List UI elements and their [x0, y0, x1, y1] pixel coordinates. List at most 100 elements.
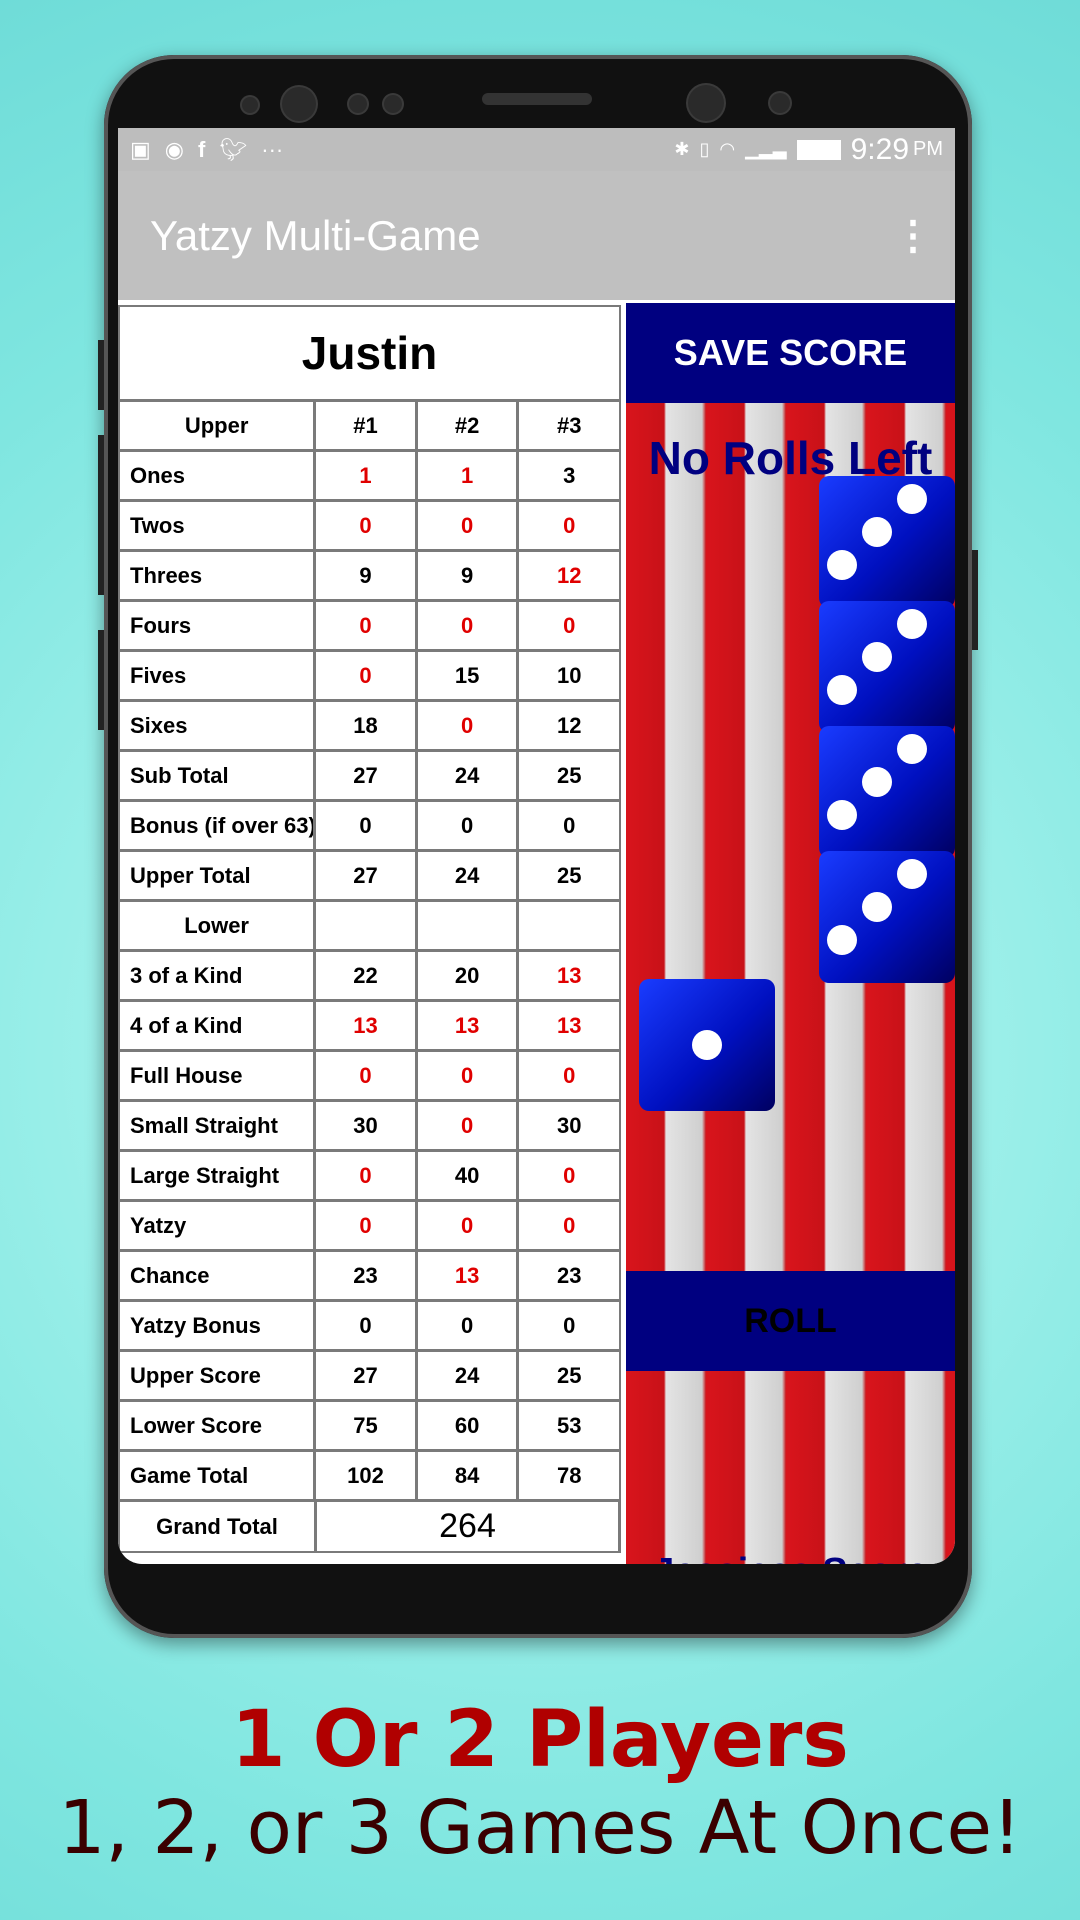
score-cell-game-2[interactable]: 0 — [417, 502, 517, 549]
die-5[interactable] — [639, 979, 775, 1111]
score-cell-game-2[interactable]: 0 — [417, 802, 517, 849]
score-cell-game-3[interactable]: 0 — [519, 1152, 619, 1199]
score-cell-game-1[interactable]: 0 — [316, 602, 415, 649]
score-cell-game-1[interactable]: 1 — [316, 452, 415, 499]
score-cell-game-3[interactable]: 10 — [519, 652, 619, 699]
score-cell-game-2[interactable]: 13 — [417, 1002, 517, 1049]
score-row: Lower Score 75 60 53 — [120, 1402, 619, 1452]
score-row: Yatzy Bonus 0 0 0 — [120, 1302, 619, 1352]
score-cell-game-2[interactable]: 24 — [417, 752, 517, 799]
score-cell-game-1[interactable]: 75 — [316, 1402, 415, 1449]
score-cell-game-2[interactable]: 0 — [417, 1102, 517, 1149]
score-row: Ones 1 1 3 — [120, 452, 619, 502]
score-cell-game-1[interactable]: 0 — [316, 802, 415, 849]
row-label: Lower Score — [120, 1402, 314, 1449]
score-cell-game-1[interactable]: 0 — [316, 1302, 415, 1349]
score-cell-game-2[interactable]: 24 — [417, 852, 517, 899]
promo-subline: 1, 2, or 3 Games At Once! — [58, 1785, 1022, 1871]
score-row: Full House 0 0 0 — [120, 1052, 619, 1102]
score-cell-game-2[interactable]: 20 — [417, 952, 517, 999]
save-score-button[interactable]: SAVE SCORE — [626, 303, 955, 403]
row-label: 4 of a Kind — [120, 1002, 314, 1049]
sensor-icon — [770, 93, 790, 113]
score-cell-game-2[interactable]: 0 — [417, 1202, 517, 1249]
score-cell-game-1[interactable]: 27 — [316, 752, 415, 799]
score-cell-game-1[interactable]: 0 — [316, 1152, 415, 1199]
score-cell-game-1[interactable]: 23 — [316, 1252, 415, 1299]
score-cell-game-3[interactable]: 25 — [519, 852, 619, 899]
score-cell-game-1[interactable]: 27 — [316, 1352, 415, 1399]
row-label: Threes — [120, 552, 314, 599]
score-cell-game-3[interactable]: 25 — [519, 1352, 619, 1399]
score-cell-game-2[interactable]: 0 — [417, 1052, 517, 1099]
app-screen: ▣ ◉ f 🐦︎ ··· ✱ ▯ ◠ ▁▂▃ 9:29 PM Yatzy Mul… — [118, 128, 955, 1564]
score-cell-game-1[interactable]: 102 — [316, 1452, 415, 1499]
die-2[interactable] — [819, 601, 955, 733]
more-vert-icon[interactable]: ⋮ — [893, 213, 933, 259]
score-cell-game-2[interactable]: 60 — [417, 1402, 517, 1449]
score-cell-game-3[interactable] — [519, 902, 619, 949]
score-cell-game-3[interactable]: 0 — [519, 802, 619, 849]
score-cell-game-3[interactable]: 23 — [519, 1252, 619, 1299]
die-1[interactable] — [819, 476, 955, 608]
score-cell-game-2[interactable] — [417, 902, 517, 949]
score-cell-game-2[interactable]: 0 — [417, 702, 517, 749]
score-cell-game-2[interactable]: 84 — [417, 1452, 517, 1499]
score-cell-game-2[interactable]: 0 — [417, 1302, 517, 1349]
score-cell-game-1[interactable]: 22 — [316, 952, 415, 999]
score-cell-game-3[interactable]: 78 — [519, 1452, 619, 1499]
score-cell-game-1[interactable] — [316, 902, 415, 949]
score-cell-game-3[interactable]: 53 — [519, 1402, 619, 1449]
score-cell-game-1[interactable]: 0 — [316, 652, 415, 699]
score-cell-game-2[interactable]: 9 — [417, 552, 517, 599]
score-cell-game-1[interactable]: 0 — [316, 1202, 415, 1249]
android-icon: ◉ — [164, 136, 184, 162]
grand-total-value: 264 — [317, 1502, 618, 1551]
score-cell-game-1[interactable]: 0 — [316, 502, 415, 549]
grand-total-label: Grand Total — [120, 1502, 314, 1551]
row-label: Game Total — [120, 1452, 314, 1499]
score-row: Lower — [120, 902, 619, 952]
score-cell-game-3[interactable]: 25 — [519, 752, 619, 799]
score-cell-game-2[interactable]: 0 — [417, 602, 517, 649]
score-cell-game-3[interactable]: 0 — [519, 1052, 619, 1099]
score-cell-game-2[interactable]: 1 — [417, 452, 517, 499]
die-pip — [862, 892, 892, 922]
score-cell-game-1[interactable]: 18 — [316, 702, 415, 749]
score-row: Fours 0 0 0 — [120, 602, 619, 652]
score-cell-game-3[interactable]: 30 — [519, 1102, 619, 1149]
roll-button[interactable]: ROLL — [626, 1271, 955, 1371]
score-cell-game-2[interactable]: 13 — [417, 1252, 517, 1299]
header-game-2: #2 — [417, 402, 517, 449]
clock-ampm: PM — [913, 138, 943, 160]
score-cell-game-1[interactable]: 9 — [316, 552, 415, 599]
score-cell-game-3[interactable]: 12 — [519, 702, 619, 749]
score-cell-game-3[interactable]: 0 — [519, 502, 619, 549]
score-cell-game-1[interactable]: 13 — [316, 1002, 415, 1049]
header-row: Upper #1 #2 #3 — [120, 402, 619, 452]
score-row: Upper Total 27 24 25 — [120, 852, 619, 902]
row-label: Fives — [120, 652, 314, 699]
score-cell-game-1[interactable]: 0 — [316, 1052, 415, 1099]
scorecard-table: Justin Upper #1 #2 #3 Ones 1 1 3 Twos 0 0 0 Thre… — [118, 305, 621, 1553]
score-cell-game-1[interactable]: 30 — [316, 1102, 415, 1149]
score-cell-game-3[interactable]: 13 — [519, 1002, 619, 1049]
score-cell-game-1[interactable]: 27 — [316, 852, 415, 899]
image-icon: ▣ — [130, 136, 151, 162]
score-cell-game-3[interactable]: 0 — [519, 602, 619, 649]
score-cell-game-3[interactable]: 13 — [519, 952, 619, 999]
header-game-1: #1 — [316, 402, 415, 449]
score-cell-game-2[interactable]: 40 — [417, 1152, 517, 1199]
die-3[interactable] — [819, 726, 955, 858]
score-cell-game-3[interactable]: 0 — [519, 1302, 619, 1349]
score-row: Game Total 102 84 78 — [120, 1452, 619, 1502]
score-cell-game-3[interactable]: 3 — [519, 452, 619, 499]
score-row: Sixes 18 0 12 — [120, 702, 619, 752]
clock: 9:29 — [850, 132, 909, 166]
score-cell-game-3[interactable]: 12 — [519, 552, 619, 599]
score-cell-game-3[interactable]: 0 — [519, 1202, 619, 1249]
die-4[interactable] — [819, 851, 955, 983]
wifi-icon: ◠ — [719, 139, 736, 159]
score-cell-game-2[interactable]: 15 — [417, 652, 517, 699]
score-cell-game-2[interactable]: 24 — [417, 1352, 517, 1399]
